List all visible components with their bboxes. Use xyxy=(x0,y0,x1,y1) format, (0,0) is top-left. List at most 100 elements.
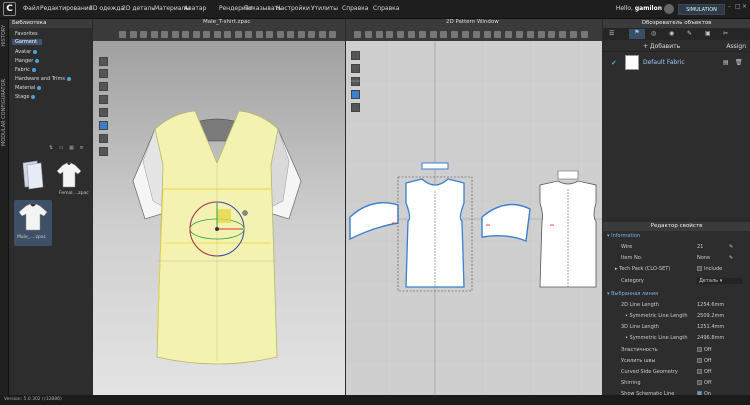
section-information[interactable]: ▾ Information xyxy=(603,233,750,242)
library-item-folder[interactable] xyxy=(17,159,49,191)
3d-tool-icon[interactable] xyxy=(245,31,252,38)
3d-tool-icon[interactable] xyxy=(255,31,263,38)
category-select[interactable]: Деталь ▾ xyxy=(697,278,743,284)
3d-tool-icon[interactable] xyxy=(213,31,221,38)
menu-settings[interactable]: Утилиты xyxy=(311,5,338,12)
3d-tool-icon[interactable] xyxy=(192,31,200,38)
3d-tool-icon[interactable] xyxy=(318,31,326,38)
edit-icon[interactable]: ✎ xyxy=(729,244,733,250)
menu-help[interactable]: Справка xyxy=(373,5,399,12)
3d-tool-icon[interactable] xyxy=(266,31,273,38)
tab-buttonhole-icon[interactable]: ◉ xyxy=(669,30,674,37)
2d-tool-icon[interactable] xyxy=(375,31,383,38)
sort-icon[interactable]: ⇅ xyxy=(49,145,53,151)
2d-tool-icon[interactable] xyxy=(440,31,448,38)
menu-utilities[interactable]: Справка xyxy=(342,5,368,12)
library-item-female[interactable] xyxy=(53,159,85,191)
tab-graphic-icon[interactable]: ▣ xyxy=(705,30,711,37)
2d-tool-icon[interactable] xyxy=(548,31,556,38)
tab-scene-icon[interactable]: ☰ xyxy=(609,30,614,37)
tree-item-favorites[interactable]: Favorites xyxy=(15,31,38,37)
simulation-mode-toggle[interactable]: SIMULATION xyxy=(678,4,725,15)
3d-tool-icon[interactable] xyxy=(171,31,179,38)
menu-3d-garment[interactable]: 3D одежда xyxy=(89,5,124,12)
grid-view-icon[interactable]: ▦ xyxy=(69,145,74,151)
tab-trim-icon[interactable]: ✂ xyxy=(723,30,728,37)
2d-tool-icon[interactable] xyxy=(570,31,577,38)
2d-tool-icon[interactable] xyxy=(429,31,437,38)
2d-tool-icon[interactable] xyxy=(418,31,426,38)
close-icon[interactable]: × xyxy=(742,4,748,10)
pattern-canvas[interactable] xyxy=(346,41,602,395)
tab-button-icon[interactable]: ◎ xyxy=(651,30,656,37)
2d-tool-icon[interactable] xyxy=(526,31,534,38)
3d-tool-icon[interactable] xyxy=(129,31,137,38)
2d-tool-icon[interactable] xyxy=(354,31,361,38)
assign-button[interactable]: Assign xyxy=(726,43,746,50)
3d-tool-icon[interactable] xyxy=(297,31,305,38)
menu-2d-pattern[interactable]: 2D деталь xyxy=(122,5,155,12)
curved-side-checkbox[interactable] xyxy=(697,369,702,374)
tree-item-material[interactable]: Material xyxy=(15,85,42,91)
2d-tool-icon[interactable] xyxy=(559,31,567,38)
2d-tool-icon[interactable] xyxy=(408,31,415,38)
2d-tool-icon[interactable] xyxy=(462,31,469,38)
copy-icon[interactable]: ▤ xyxy=(723,59,729,66)
edit-icon[interactable]: ✎ xyxy=(729,255,733,261)
tree-item-fabric[interactable]: Fabric xyxy=(15,67,36,73)
tree-item-hanger[interactable]: Hanger xyxy=(15,58,40,64)
2d-tool-icon[interactable] xyxy=(516,31,523,38)
2d-tool-icon[interactable] xyxy=(397,31,405,38)
menu-display[interactable]: Настройки xyxy=(276,5,310,12)
3d-tool-icon[interactable] xyxy=(150,31,158,38)
fabric-list-item[interactable]: ✔ Default Fabric ▤ 🗑 xyxy=(611,55,747,73)
3d-tool-icon[interactable] xyxy=(308,31,315,38)
minimize-icon[interactable]: – xyxy=(728,4,734,10)
3d-tool-icon[interactable] xyxy=(203,31,210,38)
tab-history[interactable]: HISTORY xyxy=(1,25,8,47)
3d-tool-icon[interactable] xyxy=(119,31,126,38)
2d-tool-icon[interactable] xyxy=(483,31,491,38)
maximize-icon[interactable]: □ xyxy=(735,4,741,10)
3d-garment-viewport[interactable]: Male_T-shirt.zpac xyxy=(93,19,345,395)
add-fabric-button[interactable]: + Добавить xyxy=(643,43,680,50)
3d-tool-icon[interactable] xyxy=(140,31,147,38)
tree-item-stage[interactable]: Stage xyxy=(15,94,36,100)
2d-tool-icon[interactable] xyxy=(472,31,480,38)
tab-fabric-icon[interactable]: ⚑ xyxy=(629,29,645,39)
2d-tool-icon[interactable] xyxy=(537,31,545,38)
delete-icon[interactable]: 🗑 xyxy=(735,59,743,66)
2d-tool-icon[interactable] xyxy=(386,31,394,38)
property-row: • Symmetric Line Length 2496.8mm xyxy=(625,335,725,341)
reinforce-seam-checkbox[interactable] xyxy=(697,358,702,363)
3d-tool-icon[interactable] xyxy=(224,31,231,38)
menu-materials[interactable]: Аватар xyxy=(184,5,206,12)
2d-tool-icon[interactable] xyxy=(451,31,459,38)
menu-edit[interactable]: Редактирование xyxy=(40,5,92,12)
tab-modular-configurator[interactable]: MODULAR CONFIGURATOR xyxy=(1,79,8,146)
section-selected-line[interactable]: ▾ Выбранная линия xyxy=(603,291,750,300)
menu-file[interactable]: Файл xyxy=(23,5,40,12)
2d-tool-icon[interactable] xyxy=(580,31,588,38)
3d-tool-icon[interactable] xyxy=(287,31,294,38)
tree-item-garment[interactable]: Garment xyxy=(12,39,42,45)
user-avatar-icon[interactable] xyxy=(664,4,674,14)
3d-tool-icon[interactable] xyxy=(276,31,284,38)
2d-tool-icon[interactable] xyxy=(494,31,502,38)
tshirt-3d-model[interactable] xyxy=(93,41,345,395)
2d-tool-icon[interactable] xyxy=(505,31,513,38)
3d-tool-icon[interactable] xyxy=(182,31,189,38)
3d-tool-icon[interactable] xyxy=(161,31,168,38)
tree-item-avatar[interactable]: Avatar xyxy=(15,49,38,55)
3d-tool-icon[interactable] xyxy=(234,31,242,38)
3d-tool-icon[interactable] xyxy=(329,31,336,38)
folder-icon[interactable]: ▭ xyxy=(59,145,64,151)
tree-item-hardware[interactable]: Hardware and Trims xyxy=(15,76,71,82)
list-view-icon[interactable]: ≡ xyxy=(79,145,83,151)
include-checkbox[interactable] xyxy=(697,266,702,271)
2d-pattern-viewport[interactable]: 2D Pattern Window xyxy=(346,19,602,395)
elasticity-checkbox[interactable] xyxy=(697,347,702,352)
2d-tool-icon[interactable] xyxy=(364,31,372,38)
tab-topstitch-icon[interactable]: ✎ xyxy=(687,30,692,37)
shirring-checkbox[interactable] xyxy=(697,380,702,385)
